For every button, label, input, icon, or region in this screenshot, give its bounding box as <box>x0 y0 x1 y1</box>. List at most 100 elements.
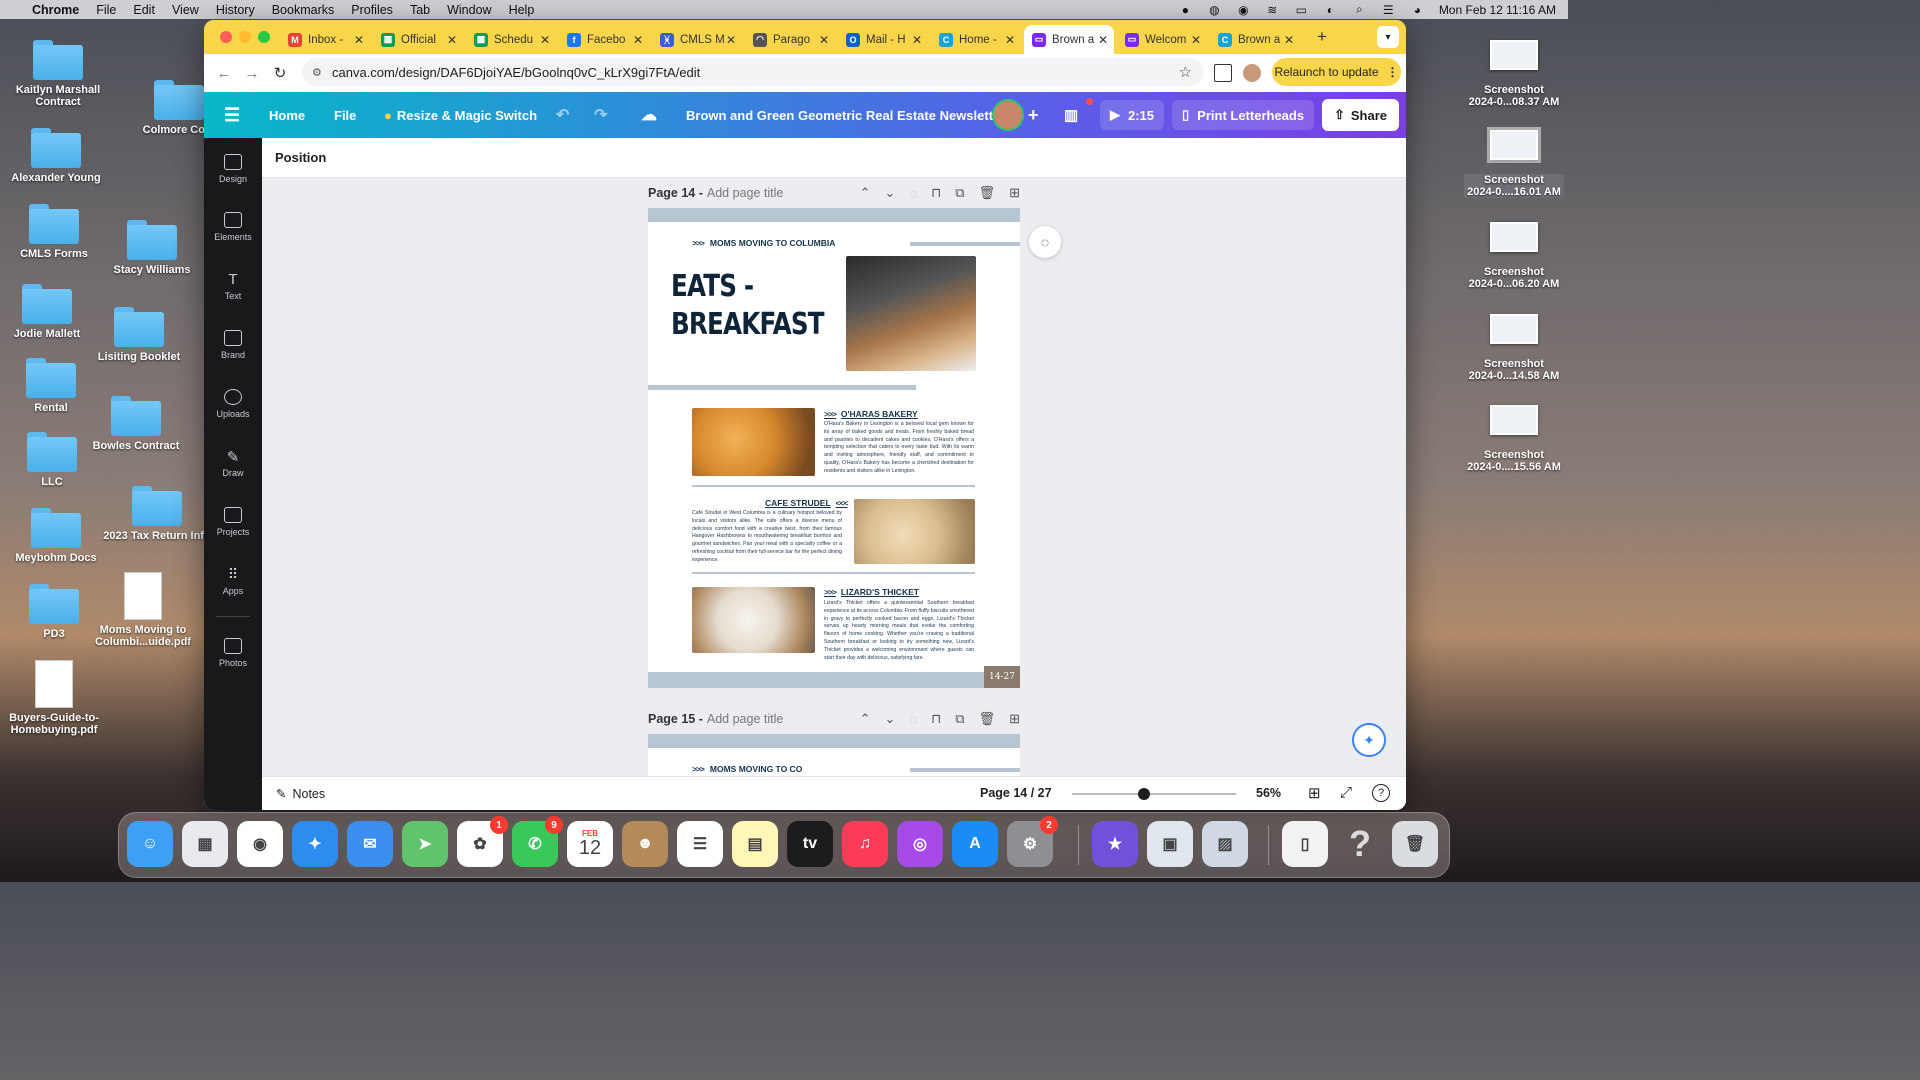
add-page-icon[interactable]: ⊞ <box>1009 185 1020 201</box>
rail-uploads[interactable]: Uploads <box>204 389 262 419</box>
design-page-15[interactable]: >>> MOMS MOVING TO CO <box>648 734 1020 776</box>
desktop-folder[interactable]: Alexander Young <box>1 128 111 184</box>
dock-trash-icon[interactable]: 🗑 <box>1392 821 1438 867</box>
tab-search-chevron-icon[interactable]: ▾ <box>1377 26 1399 48</box>
grid-view-icon[interactable]: ⊞ <box>1308 784 1321 802</box>
dock-chrome-icon[interactable]: ◉ <box>237 821 283 867</box>
tab-close-icon[interactable]: ✕ <box>633 33 643 47</box>
rail-apps[interactable]: ⠿ Apps <box>204 566 262 596</box>
dock-contacts-icon[interactable]: ☻ <box>622 821 668 867</box>
tab-close-icon[interactable]: ✕ <box>540 33 550 47</box>
dock-help-icon[interactable]: ? <box>1337 821 1383 867</box>
add-page-title-input[interactable]: Add page title <box>707 186 783 200</box>
move-page-up-icon[interactable]: ⌃ <box>860 185 871 201</box>
dock-reminders-icon[interactable]: ☰ <box>677 821 723 867</box>
browser-tab[interactable]: O Mail - H ✕ <box>838 25 928 54</box>
dock-safari-icon[interactable]: ✦ <box>292 821 338 867</box>
magic-assistant-sparkle-icon[interactable]: ✦ <box>1352 723 1386 757</box>
rail-photos[interactable]: Photos <box>204 638 262 668</box>
insights-chart-icon[interactable]: ▥ <box>1064 92 1078 138</box>
wifi-icon[interactable]: ≋ <box>1265 3 1280 17</box>
biscuits-gravy-photo[interactable] <box>692 587 815 653</box>
section-title[interactable]: >>> O'HARAS BAKERY <box>824 409 918 419</box>
zoom-percentage[interactable]: 56% <box>1256 786 1281 800</box>
dock-tv-icon[interactable]: tv <box>787 821 833 867</box>
lock-page-icon[interactable]: ⊓ <box>931 711 941 727</box>
newsletter-eyebrow[interactable]: >>> MOMS MOVING TO COLUMBIA <box>692 238 835 248</box>
duplicate-page-icon[interactable]: ⧉ <box>955 711 964 727</box>
maximize-window-button[interactable] <box>258 31 270 43</box>
tab-close-icon[interactable]: ✕ <box>912 33 922 47</box>
browser-tab[interactable]: ▭ Brown a ✕ <box>1024 25 1114 54</box>
desktop-folder[interactable]: Meybohm Docs <box>1 508 111 564</box>
siri-icon[interactable]: ◕ <box>1410 3 1425 17</box>
menu-app-name[interactable]: Chrome <box>32 3 79 17</box>
newsletter-eyebrow[interactable]: >>> MOMS MOVING TO CO <box>692 764 802 774</box>
rail-draw[interactable]: ✎ Draw <box>204 448 262 478</box>
undo-icon[interactable]: ↶ <box>556 92 569 138</box>
dock-mail-icon[interactable]: ✉ <box>347 821 393 867</box>
close-window-button[interactable] <box>220 31 232 43</box>
cloud-saved-icon[interactable]: ☁ <box>641 92 657 138</box>
browser-tab[interactable]: f Facebo ✕ <box>559 25 649 54</box>
back-arrow-icon[interactable]: ← <box>214 63 234 83</box>
desktop-screenshot[interactable]: Screenshot 2024-0....15.56 AM <box>1464 405 1564 473</box>
creative-cloud-icon[interactable]: ◍ <box>1207 3 1222 17</box>
user-switch-icon[interactable]: ◐ <box>1323 3 1338 17</box>
desktop-screenshot[interactable]: Screenshot 2024-0...08.37 AM <box>1464 40 1564 108</box>
fullscreen-icon[interactable]: ⤢ <box>1340 784 1352 801</box>
control-center-icon[interactable]: ☰ <box>1381 3 1396 17</box>
page-indicator[interactable]: Page 14 / 27 <box>980 786 1052 800</box>
add-collaborator-plus-icon[interactable]: + <box>1028 92 1039 138</box>
bookmark-star-icon[interactable]: ☆ <box>1179 63 1192 81</box>
print-letterheads-button[interactable]: ▯ Print Letterheads <box>1172 100 1315 130</box>
airdrop-icon[interactable]: ◉ <box>1236 3 1251 17</box>
desktop-screenshot-selected[interactable]: Screenshot 2024-0....16.01 AM <box>1464 127 1564 198</box>
position-button[interactable]: Position <box>275 150 326 165</box>
tab-close-icon[interactable]: ✕ <box>1284 33 1294 47</box>
new-tab-plus-icon[interactable]: + <box>1312 27 1332 46</box>
design-page-14[interactable]: >>> MOMS MOVING TO COLUMBIA EATS - BREAKFA… <box>648 208 1020 688</box>
minimize-window-button[interactable] <box>239 31 251 43</box>
hide-page-icon[interactable]: ◌ <box>909 712 917 727</box>
lock-page-icon[interactable]: ⊓ <box>931 185 941 201</box>
duplicate-page-icon[interactable]: ⧉ <box>955 185 964 201</box>
add-page-icon[interactable]: ⊞ <box>1009 711 1020 727</box>
zoom-slider[interactable] <box>1072 788 1236 800</box>
dock-document-icon[interactable]: ▯ <box>1282 821 1328 867</box>
relaunch-to-update-button[interactable]: Relaunch to update ⋮ <box>1272 58 1401 86</box>
profile-avatar[interactable] <box>1243 64 1261 82</box>
menu-profiles[interactable]: Profiles <box>351 3 393 17</box>
forward-arrow-icon[interactable]: → <box>242 63 262 83</box>
help-question-icon[interactable]: ? <box>1372 784 1390 802</box>
rail-elements[interactable]: Elements <box>204 212 262 242</box>
add-comment-icon[interactable]: ◌ <box>1029 226 1061 258</box>
browser-tab[interactable]: C Brown a ✕ <box>1210 25 1300 54</box>
home-button[interactable]: Home <box>269 92 305 138</box>
dock-preview-icon[interactable]: ▨ <box>1202 821 1248 867</box>
move-page-up-icon[interactable]: ⌃ <box>860 711 871 727</box>
grammarly-icon[interactable]: ● <box>1178 3 1193 17</box>
browser-tab[interactable]: ▭ Welcom ✕ <box>1117 25 1207 54</box>
dock-finder-icon[interactable]: ☺ <box>127 821 173 867</box>
desktop-folder[interactable]: PD3 <box>0 584 109 640</box>
dock-imovie-icon[interactable]: ★ <box>1092 821 1138 867</box>
tab-close-icon[interactable]: ✕ <box>1191 33 1201 47</box>
dock-printer-icon[interactable]: ▣ <box>1147 821 1193 867</box>
add-page-title-input[interactable]: Add page title <box>707 712 783 726</box>
desktop-folder[interactable]: CMLS Forms <box>0 204 109 260</box>
desktop-folder[interactable]: LLC <box>0 432 107 488</box>
dock-calendar-icon[interactable]: FEB 12 <box>567 821 613 867</box>
rail-design[interactable]: Design <box>204 154 262 184</box>
notes-button[interactable]: ✎ Notes <box>276 786 325 802</box>
browser-tab[interactable]: C Home - ✕ <box>931 25 1021 54</box>
desktop-folder[interactable]: Lisiting Booklet <box>84 307 194 363</box>
dock-maps-icon[interactable]: ➤ <box>402 821 448 867</box>
zoom-slider-handle[interactable] <box>1138 788 1151 800</box>
menu-view[interactable]: View <box>172 3 199 17</box>
side-panel-icon[interactable] <box>1214 64 1232 82</box>
section-title[interactable]: CAFE STRUDEL <<< <box>765 498 849 508</box>
collaborator-avatar[interactable] <box>992 99 1024 131</box>
rail-text[interactable]: T Text <box>204 271 262 301</box>
tab-close-icon[interactable]: ✕ <box>819 33 829 47</box>
